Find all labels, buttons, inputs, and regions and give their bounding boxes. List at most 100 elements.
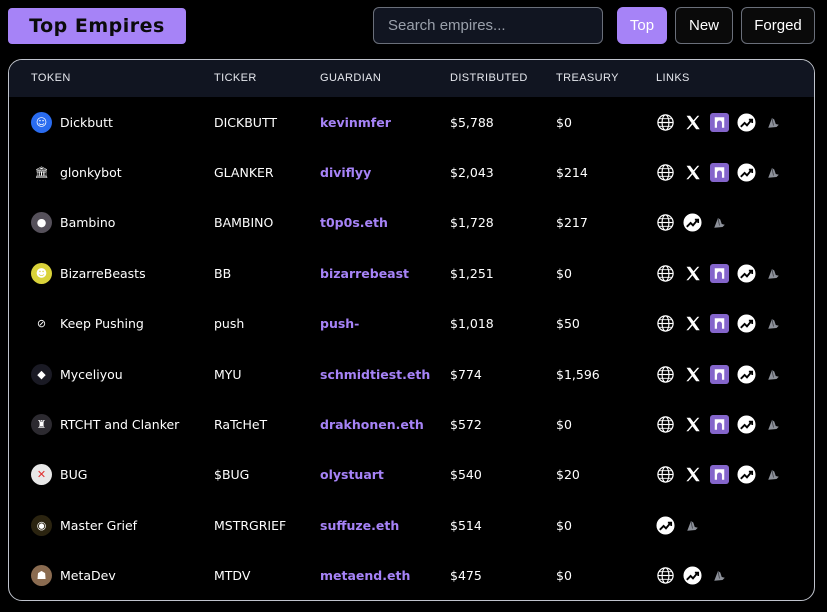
token-cell: ♜ RTCHT and Clanker xyxy=(31,399,179,449)
globe-icon[interactable] xyxy=(656,314,675,333)
clanker-icon[interactable] xyxy=(710,213,729,232)
token-name[interactable]: RTCHT and Clanker xyxy=(60,417,179,432)
dexscreener-icon[interactable] xyxy=(737,264,756,283)
guardian-link-cell: kevinmfer xyxy=(320,97,391,147)
table-row[interactable]: ☗ MetaDev MTDV metaend.eth $475 $0 xyxy=(9,551,814,600)
farcaster-icon[interactable] xyxy=(710,163,729,183)
token-name[interactable]: Myceliyou xyxy=(60,367,123,382)
clanker-icon[interactable] xyxy=(683,516,702,535)
clanker-icon[interactable] xyxy=(710,566,729,585)
table-row[interactable]: ☻ BizarreBeasts BB bizarrebeast $1,251 $0 xyxy=(9,248,814,298)
clanker-icon[interactable] xyxy=(764,314,783,333)
token-cell: ● Bambino xyxy=(31,198,115,248)
farcaster-icon[interactable] xyxy=(710,415,729,435)
filter-new-button[interactable]: New xyxy=(675,7,733,44)
logo-text: Top Empires xyxy=(29,15,165,37)
globe-icon[interactable] xyxy=(656,365,675,384)
guardian-link-cell: drakhonen.eth xyxy=(320,399,424,449)
token-name[interactable]: BUG xyxy=(60,467,87,482)
token-cell: ☺ Dickbutt xyxy=(31,97,113,147)
token-cell: ◉ Master Grief xyxy=(31,500,137,550)
clanker-icon[interactable] xyxy=(764,163,783,182)
guardian-link[interactable]: suffuze.eth xyxy=(320,518,399,533)
farcaster-icon[interactable] xyxy=(710,263,729,283)
treasury-value: $0 xyxy=(556,114,572,130)
dexscreener-icon[interactable] xyxy=(737,465,756,484)
dexscreener-icon[interactable] xyxy=(683,566,702,585)
guardian-link[interactable]: metaend.eth xyxy=(320,568,410,583)
distributed-value: $1,251 xyxy=(450,265,494,281)
globe-icon[interactable] xyxy=(656,415,675,434)
guardian-link[interactable]: olystuart xyxy=(320,467,384,482)
x-icon[interactable] xyxy=(683,415,702,434)
table-row[interactable]: ☺ Dickbutt DICKBUTT kevinmfer $5,788 $0 xyxy=(9,97,814,147)
guardian-link[interactable]: diviflyy xyxy=(320,165,371,180)
token-name[interactable]: MetaDev xyxy=(60,568,116,583)
token-name[interactable]: Bambino xyxy=(60,215,115,230)
guardian-link[interactable]: drakhonen.eth xyxy=(320,417,424,432)
globe-icon[interactable] xyxy=(656,113,675,132)
x-icon[interactable] xyxy=(683,365,702,384)
dexscreener-icon[interactable] xyxy=(737,365,756,384)
dexscreener-icon[interactable] xyxy=(737,415,756,434)
filter-forged-button[interactable]: Forged xyxy=(741,7,815,44)
bambino-avatar: ● xyxy=(31,212,52,234)
col-treasury: TREASURY xyxy=(556,72,619,84)
x-icon[interactable] xyxy=(683,113,702,132)
globe-icon[interactable] xyxy=(656,163,675,182)
clanker-icon[interactable] xyxy=(764,113,783,132)
token-name[interactable]: Keep Pushing xyxy=(60,316,144,331)
distributed-value: $5,788 xyxy=(450,114,494,130)
guardian-link[interactable]: kevinmfer xyxy=(320,115,391,130)
dexscreener-icon[interactable] xyxy=(683,213,702,232)
table-row[interactable]: ◆ Myceliyou MYU schmidtiest.eth $774 $1,596 xyxy=(9,349,814,399)
token-name[interactable]: glonkybot xyxy=(60,165,122,180)
token-cell: ☻ BizarreBeasts xyxy=(31,248,146,298)
dexscreener-icon[interactable] xyxy=(656,516,675,535)
farcaster-icon[interactable] xyxy=(710,465,729,485)
token-cell: ⊘ Keep Pushing xyxy=(31,299,144,349)
links-cell xyxy=(656,551,737,600)
globe-icon[interactable] xyxy=(656,213,675,232)
clanker-icon[interactable] xyxy=(764,465,783,484)
dexscreener-icon[interactable] xyxy=(737,163,756,182)
x-icon[interactable] xyxy=(683,465,702,484)
token-name[interactable]: Dickbutt xyxy=(60,115,113,130)
treasury-value-cell: $0 xyxy=(556,97,572,147)
clanker-icon[interactable] xyxy=(764,264,783,283)
table-row[interactable]: ♜ RTCHT and Clanker RaTcHeT drakhonen.eth $5… xyxy=(9,399,814,449)
x-icon[interactable] xyxy=(683,314,702,333)
clanker-icon[interactable] xyxy=(764,365,783,384)
guardian-link[interactable]: t0p0s.eth xyxy=(320,215,388,230)
clanker-icon[interactable] xyxy=(764,415,783,434)
table-row[interactable]: ● Bambino BAMBINO t0p0s.eth $1,728 $217 xyxy=(9,198,814,248)
guardian-link-cell: t0p0s.eth xyxy=(320,198,388,248)
table-row[interactable]: 🏛 glonkybot GLANKER diviflyy $2,043 $214 xyxy=(9,147,814,197)
guardian-link-cell: metaend.eth xyxy=(320,551,410,600)
farcaster-icon[interactable] xyxy=(710,314,729,334)
guardian-link[interactable]: push- xyxy=(320,316,359,331)
search-input[interactable] xyxy=(373,7,603,44)
x-icon[interactable] xyxy=(683,264,702,283)
guardian-link[interactable]: schmidtiest.eth xyxy=(320,367,430,382)
globe-icon[interactable] xyxy=(656,465,675,484)
globe-icon[interactable] xyxy=(656,264,675,283)
ticker: GLANKER xyxy=(214,165,274,181)
guardian-link-cell: schmidtiest.eth xyxy=(320,349,430,399)
table-row[interactable]: ⊘ Keep Pushing push push- $1,018 $50 xyxy=(9,299,814,349)
guardian-link[interactable]: bizarrebeast xyxy=(320,266,409,281)
farcaster-icon[interactable] xyxy=(710,112,729,132)
x-icon[interactable] xyxy=(683,163,702,182)
globe-icon[interactable] xyxy=(656,566,675,585)
dickbutt-avatar: ☺ xyxy=(31,111,52,133)
farcaster-icon[interactable] xyxy=(710,364,729,384)
dexscreener-icon[interactable] xyxy=(737,314,756,333)
token-name[interactable]: BizarreBeasts xyxy=(60,266,146,281)
token-name[interactable]: Master Grief xyxy=(60,518,137,533)
filter-top-button[interactable]: Top xyxy=(617,7,667,44)
guardian-link-cell: push- xyxy=(320,299,359,349)
distributed-value: $572 xyxy=(450,417,482,433)
table-row[interactable]: ◉ Master Grief MSTRGRIEF suffuze.eth $514 $0 xyxy=(9,500,814,550)
dexscreener-icon[interactable] xyxy=(737,113,756,132)
table-row[interactable]: ✕ BUG $BUG olystuart $540 $20 xyxy=(9,450,814,500)
